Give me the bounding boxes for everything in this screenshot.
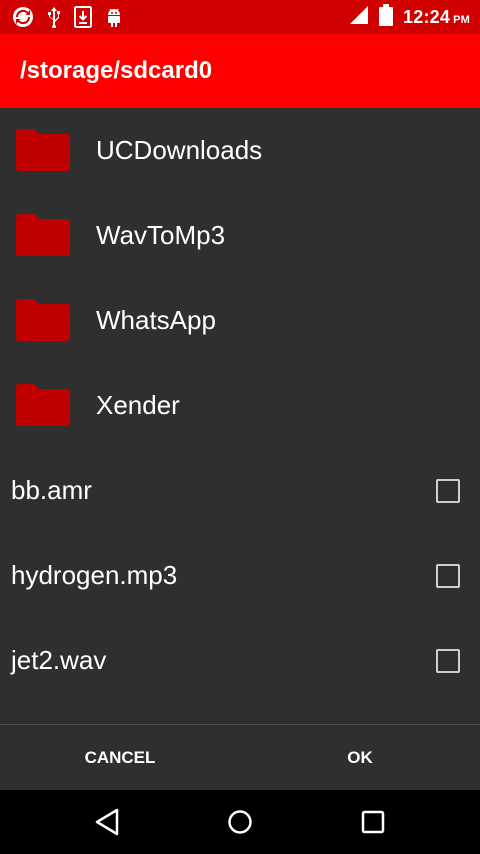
download-icon (74, 6, 92, 28)
android-debug-icon (104, 6, 124, 28)
file-item-jet2-wav[interactable]: jet2.wav (0, 618, 480, 703)
folder-item-whatsapp[interactable]: WhatsApp (0, 278, 480, 363)
usb-icon (46, 6, 62, 28)
folder-icon (16, 214, 70, 256)
cancel-button[interactable]: CANCEL (0, 725, 240, 790)
dialog-button-bar: CANCEL OK (0, 725, 480, 790)
folder-icon (16, 299, 70, 341)
status-bar-notifications (12, 5, 124, 29)
clock-ampm: PM (453, 13, 470, 26)
folder-item-xender[interactable]: Xender (0, 363, 480, 448)
file-select-checkbox[interactable] (436, 649, 460, 673)
folder-name: WavToMp3 (96, 220, 226, 250)
current-path-title: /storage/sdcard0 (20, 57, 213, 84)
folder-icon (16, 384, 70, 426)
folder-icon (16, 129, 70, 171)
home-icon (228, 810, 252, 834)
folder-name: Xender (96, 390, 180, 420)
folder-item-wavtomp3[interactable]: WavToMp3 (0, 193, 480, 278)
file-select-checkbox[interactable] (436, 479, 460, 503)
status-clock: 12:24 PM (403, 7, 470, 28)
app-bar: /storage/sdcard0 (0, 34, 480, 108)
file-select-checkbox[interactable] (436, 564, 460, 588)
sync-icon (12, 6, 34, 28)
system-nav-bar (0, 790, 480, 854)
battery-icon (379, 3, 394, 31)
file-name: jet2.wav (11, 645, 107, 675)
status-bar: 12:24 PM (0, 0, 480, 34)
signal-icon (349, 5, 369, 30)
folder-name: WhatsApp (96, 305, 216, 335)
ok-button[interactable]: OK (240, 725, 480, 790)
folder-item-ucdownloads[interactable]: UCDownloads (0, 108, 480, 193)
recent-apps-icon (361, 810, 385, 834)
file-item-hydrogen-mp3[interactable]: hydrogen.mp3 (0, 533, 480, 618)
file-list: UCDownloads WavToMp3 WhatsApp Xender bb.… (0, 108, 480, 703)
home-button[interactable] (200, 790, 280, 854)
folder-name: UCDownloads (96, 135, 263, 165)
file-item-bb-amr[interactable]: bb.amr (0, 448, 480, 533)
back-icon (95, 808, 119, 836)
recent-apps-button[interactable] (333, 790, 413, 854)
file-name: hydrogen.mp3 (11, 560, 178, 590)
back-button[interactable] (67, 790, 147, 854)
clock-time: 12:24 (403, 6, 451, 27)
file-name: bb.amr (11, 475, 92, 505)
status-bar-system: 12:24 PM (349, 3, 470, 31)
